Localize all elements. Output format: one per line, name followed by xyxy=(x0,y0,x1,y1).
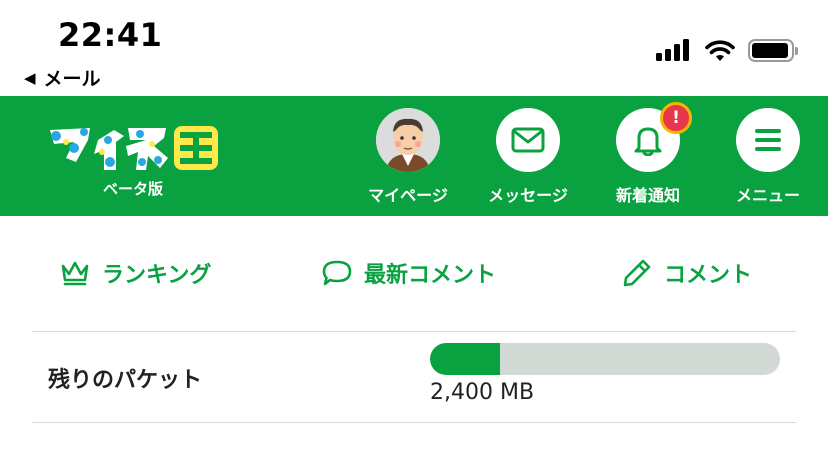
status-bar: 22:41 ◀ メール xyxy=(0,0,828,96)
packet-progress-fill xyxy=(430,343,500,375)
avatar xyxy=(376,108,440,172)
mineo-logo[interactable]: ベータ版 xyxy=(44,118,222,198)
speech-bubble-icon xyxy=(322,260,352,286)
nav-label-my-page: マイページ xyxy=(368,186,448,205)
latest-comments-link[interactable]: 最新コメント xyxy=(322,256,496,290)
status-time: 22:41 xyxy=(58,16,163,54)
pencil-icon xyxy=(623,259,651,287)
notification-alert-badge: ! xyxy=(660,102,692,134)
remaining-packet-row: 残りのパケット 2,400 MB xyxy=(32,331,796,423)
quick-links-bar: ランキング 最新コメント コメント xyxy=(0,216,828,330)
back-triangle-icon: ◀ xyxy=(24,68,36,87)
back-to-mail-link[interactable]: ◀ メール xyxy=(24,64,101,91)
remaining-packet-value: 2,400 MB xyxy=(430,380,535,405)
app-header: ベータ版 マイページ メッセージ ! 新着通知 メニュー xyxy=(0,96,828,216)
nav-messages[interactable]: メッセージ xyxy=(473,108,583,208)
envelope-icon xyxy=(511,127,545,153)
nav-menu-circle xyxy=(736,108,800,172)
nav-label-notifications: 新着通知 xyxy=(615,186,680,205)
nav-label-menu: メニュー xyxy=(735,186,800,205)
mineo-logo-mark xyxy=(50,126,218,170)
hamburger-icon xyxy=(755,129,781,151)
system-icons xyxy=(656,36,798,64)
comment-link-label: コメント xyxy=(664,263,753,288)
wifi-icon xyxy=(705,40,735,61)
latest-comments-link-label: 最新コメント xyxy=(364,263,497,288)
comment-link[interactable]: コメント xyxy=(622,256,752,290)
cellular-signal-icon xyxy=(656,39,692,61)
ranking-link[interactable]: ランキング xyxy=(60,256,211,290)
remaining-packet-label: 残りのパケット xyxy=(48,368,203,393)
ranking-link-label: ランキング xyxy=(102,263,212,288)
back-link-label: メール xyxy=(43,68,101,90)
beta-version-label: ベータ版 xyxy=(102,180,163,198)
battery-icon xyxy=(748,38,798,62)
packet-progress-bar xyxy=(430,343,780,375)
bell-icon xyxy=(634,127,662,156)
nav-my-page[interactable]: マイページ xyxy=(353,108,463,208)
crown-icon xyxy=(61,261,89,286)
nav-notifications[interactable]: ! 新着通知 xyxy=(593,102,703,208)
nav-notifications-circle: ! xyxy=(616,102,692,172)
avatar-illustration xyxy=(376,108,440,172)
nav-menu[interactable]: メニュー xyxy=(713,108,823,208)
nav-messages-circle xyxy=(496,108,560,172)
nav-label-messages: メッセージ xyxy=(488,186,568,205)
